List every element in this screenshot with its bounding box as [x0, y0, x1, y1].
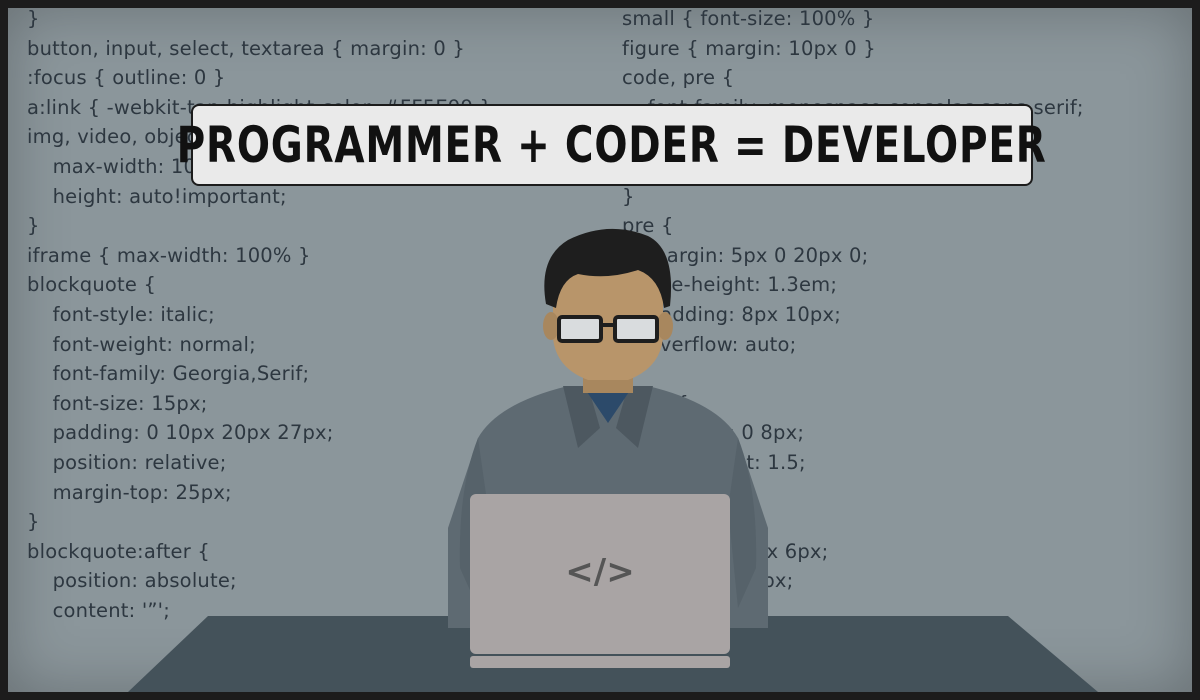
illustration-canvas: } button, input, select, textarea { margi…: [8, 8, 1192, 692]
image-frame: } button, input, select, textarea { margi…: [0, 0, 1200, 700]
laptop-logo: </>: [565, 552, 634, 592]
laptop-base: [470, 656, 730, 668]
ear-left: [543, 312, 559, 340]
banner-title: PROGRAMMER + CODER = DEVELOPER: [177, 116, 1047, 174]
ear-right: [657, 312, 673, 340]
title-banner: PROGRAMMER + CODER = DEVELOPER: [177, 104, 1046, 186]
